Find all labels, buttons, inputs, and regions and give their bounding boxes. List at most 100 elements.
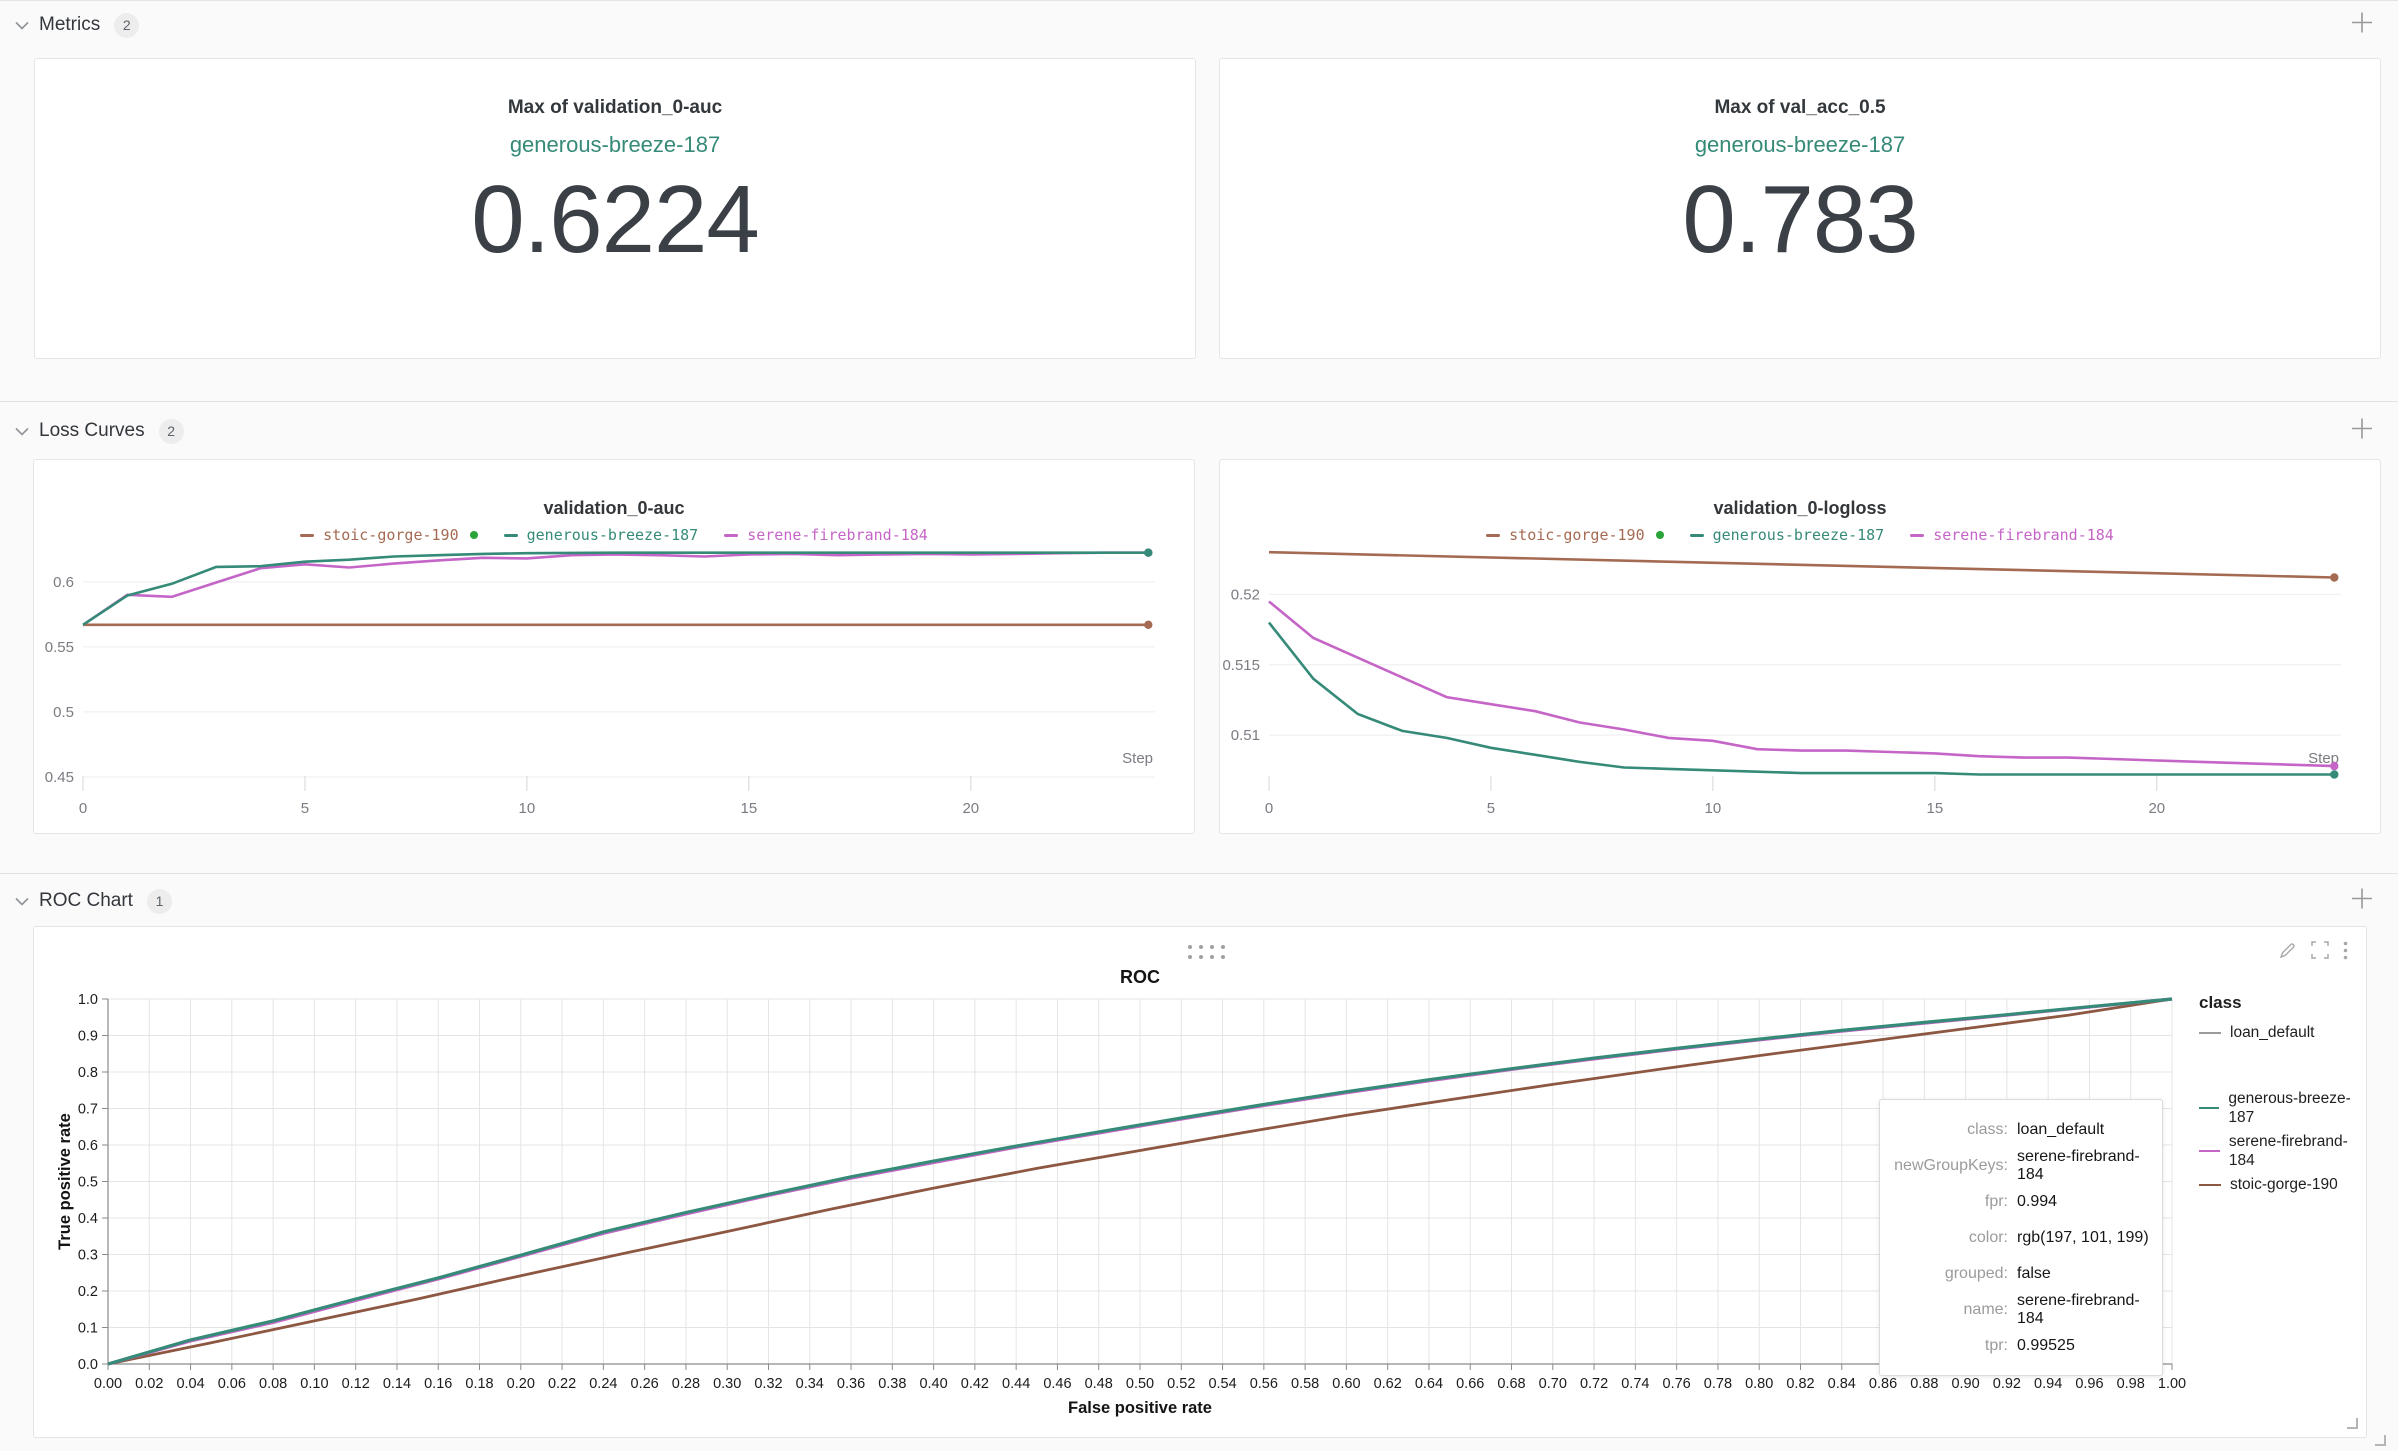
chevron-down-icon[interactable] <box>15 427 29 436</box>
svg-text:0.20: 0.20 <box>507 1376 535 1392</box>
legend-label: generous-breeze-187 <box>2228 1089 2366 1127</box>
roc-count-badge: 1 <box>147 889 172 914</box>
svg-text:0.42: 0.42 <box>961 1376 989 1392</box>
running-status-dot <box>470 531 478 539</box>
scorecard-value: 0.783 <box>1220 162 2380 277</box>
legend-line-swatch <box>300 534 314 537</box>
panel-resize-handle[interactable] <box>2347 1418 2358 1429</box>
roc-tooltip: class: loan_default newGroupKeys: serene-fi… <box>1879 1099 2163 1376</box>
roc-legend-item: stoic-gorge-190 <box>2199 1175 2366 1194</box>
svg-text:1.00: 1.00 <box>2158 1376 2186 1392</box>
roc-legend: classloan_defaultgenerous-breeze-187sere… <box>2199 993 2366 1199</box>
tooltip-key: fpr: <box>1880 1193 2008 1211</box>
section-title-metrics: Metrics <box>39 14 100 36</box>
svg-text:0.90: 0.90 <box>1951 1376 1979 1392</box>
svg-text:0.30: 0.30 <box>713 1376 741 1392</box>
tooltip-value: serene-firebrand-184 <box>2017 1292 2162 1328</box>
line-chart-validation-auc[interactable]: 0.450.50.550.605101520Step <box>34 548 1194 835</box>
add-panel-button[interactable] <box>2350 417 2374 446</box>
scorecard-validation-auc: Max of validation_0-auc generous-breeze-… <box>34 58 1196 359</box>
svg-text:0.58: 0.58 <box>1291 1376 1319 1392</box>
svg-text:0.64: 0.64 <box>1415 1376 1443 1392</box>
wandb-workspace: { "colors":{"teal":"#358a78","magenta":"… <box>0 0 2398 1451</box>
tooltip-value: loan_default <box>2017 1121 2104 1139</box>
svg-text:10: 10 <box>519 800 536 817</box>
svg-text:0.515: 0.515 <box>1222 657 1260 674</box>
add-panel-button[interactable] <box>2350 11 2374 40</box>
tooltip-value: rgb(197, 101, 199) <box>2017 1229 2149 1247</box>
tooltip-key: newGroupKeys: <box>1880 1157 2008 1175</box>
run-name-link[interactable]: generous-breeze-187 <box>1220 132 2380 158</box>
svg-text:0.8: 0.8 <box>78 1065 98 1081</box>
metrics-section-header: Metrics 2 <box>0 5 2398 45</box>
tooltip-value: 0.99525 <box>2017 1337 2075 1355</box>
page-resize-handle[interactable] <box>2375 1435 2386 1446</box>
loss-count-badge: 2 <box>159 419 184 444</box>
legend-run-label: stoic-gorge-190 <box>1509 526 1644 544</box>
legend-run-label: serene-firebrand-184 <box>1933 526 2114 544</box>
roc-chart-panel[interactable]: 0.000.020.040.060.080.100.120.140.160.18… <box>33 926 2367 1438</box>
scorecard-val-acc: Max of val_acc_0.5 generous-breeze-187 0… <box>1219 58 2381 359</box>
svg-text:0.5: 0.5 <box>78 1175 98 1191</box>
section-divider <box>0 873 2398 874</box>
tooltip-row: tpr:0.99525 <box>1880 1328 2162 1364</box>
add-panel-button[interactable] <box>2350 887 2374 916</box>
line-chart-validation-logloss[interactable]: 0.510.5150.5205101520Step <box>1220 548 2380 835</box>
svg-text:1.0: 1.0 <box>78 992 98 1008</box>
svg-text:0.72: 0.72 <box>1580 1376 1608 1392</box>
legend-label: loan_default <box>2230 1023 2314 1042</box>
svg-text:0.04: 0.04 <box>176 1376 204 1392</box>
svg-text:0.56: 0.56 <box>1250 1376 1278 1392</box>
svg-text:0.40: 0.40 <box>919 1376 947 1392</box>
svg-text:0.02: 0.02 <box>135 1376 163 1392</box>
svg-text:0.70: 0.70 <box>1539 1376 1567 1392</box>
legend-line-swatch <box>2199 1150 2220 1152</box>
legend-run-label: stoic-gorge-190 <box>323 526 458 544</box>
chart-legend: stoic-gorge-190generous-breeze-187serene… <box>34 526 1194 544</box>
tooltip-key: name: <box>1880 1301 2008 1319</box>
svg-text:True positive rate: True positive rate <box>56 1113 74 1250</box>
legend-line-swatch <box>504 534 518 537</box>
svg-text:0.18: 0.18 <box>465 1376 493 1392</box>
roc-legend-item: loan_default <box>2199 1023 2366 1042</box>
svg-text:0.28: 0.28 <box>672 1376 700 1392</box>
tooltip-row: grouped:false <box>1880 1256 2162 1292</box>
svg-text:0.48: 0.48 <box>1085 1376 1113 1392</box>
tooltip-row: color:rgb(197, 101, 199) <box>1880 1220 2162 1256</box>
line-plot-panel-validation-auc[interactable]: validation_0-auc stoic-gorge-190generous… <box>33 459 1195 834</box>
legend-line-swatch <box>2199 1184 2221 1186</box>
metrics-count-badge: 2 <box>114 13 139 38</box>
svg-text:0.16: 0.16 <box>424 1376 452 1392</box>
svg-text:0.55: 0.55 <box>45 639 74 656</box>
line-plot-panel-validation-logloss[interactable]: validation_0-logloss stoic-gorge-190gene… <box>1219 459 2381 834</box>
svg-text:0.68: 0.68 <box>1497 1376 1525 1392</box>
svg-text:0.88: 0.88 <box>1910 1376 1938 1392</box>
svg-text:0.38: 0.38 <box>878 1376 906 1392</box>
chevron-down-icon[interactable] <box>15 897 29 906</box>
svg-text:0.46: 0.46 <box>1043 1376 1071 1392</box>
svg-text:0.94: 0.94 <box>2034 1376 2062 1392</box>
svg-text:0.86: 0.86 <box>1869 1376 1897 1392</box>
svg-text:0.1: 0.1 <box>78 1321 98 1337</box>
svg-text:False positive rate: False positive rate <box>1068 1399 1212 1417</box>
chart-title: validation_0-auc <box>34 498 1194 519</box>
tooltip-key: class: <box>1880 1121 2008 1139</box>
svg-text:0.51: 0.51 <box>1231 727 1260 744</box>
svg-text:0.3: 0.3 <box>78 1248 98 1264</box>
svg-text:0.52: 0.52 <box>1231 586 1260 603</box>
legend-line-swatch <box>1690 534 1704 537</box>
tooltip-value: 0.994 <box>2017 1193 2057 1211</box>
svg-text:20: 20 <box>2148 800 2165 817</box>
svg-text:0.78: 0.78 <box>1704 1376 1732 1392</box>
chevron-down-icon[interactable] <box>15 21 29 30</box>
svg-text:0.62: 0.62 <box>1374 1376 1402 1392</box>
svg-text:0.24: 0.24 <box>589 1376 617 1392</box>
section-title-roc-chart: ROC Chart <box>39 890 133 912</box>
svg-text:0.60: 0.60 <box>1332 1376 1360 1392</box>
svg-text:0.54: 0.54 <box>1208 1376 1236 1392</box>
running-status-dot <box>1656 531 1664 539</box>
svg-text:0.44: 0.44 <box>1002 1376 1030 1392</box>
scorecard-value: 0.6224 <box>35 162 1195 277</box>
run-name-link[interactable]: generous-breeze-187 <box>35 132 1195 158</box>
svg-text:0.52: 0.52 <box>1167 1376 1195 1392</box>
